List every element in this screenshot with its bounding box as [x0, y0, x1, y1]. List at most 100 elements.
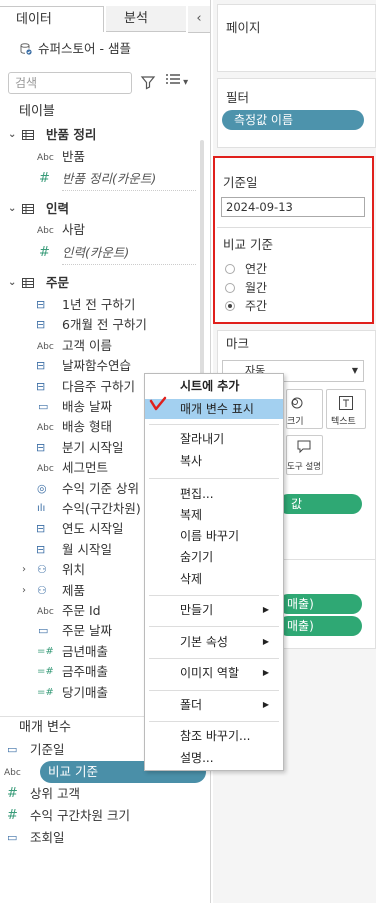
table-returns[interactable]: ⌄ 반품 정리 — [0, 124, 210, 146]
menu-add-to-sheet[interactable]: 시트에 추가 — [145, 376, 283, 396]
radio-monthly-label: 월간 — [245, 281, 268, 295]
menu-delete[interactable]: 삭제 — [145, 569, 283, 589]
base-date-input[interactable]: 2024-09-13 — [221, 197, 365, 217]
menu-edit[interactable]: 편집... — [145, 484, 283, 504]
text-label: 텍스트 — [331, 417, 356, 427]
menu-hide[interactable]: 숨기기 — [145, 547, 283, 567]
menu-copy[interactable]: 복사 — [145, 451, 283, 471]
parameter-label: 수익 구간차원 크기 — [30, 808, 130, 823]
menu-separator — [149, 658, 279, 659]
table-people[interactable]: ⌄ 인력 — [0, 198, 210, 220]
chevron-right-icon: › — [22, 564, 26, 576]
menu-folders[interactable]: 폴더 ▶ — [145, 695, 283, 715]
calculated-date-icon: ⊟ — [36, 522, 46, 536]
chevron-down-icon: ⌄ — [8, 277, 17, 288]
submenu-arrow-icon: ▶ — [262, 605, 269, 614]
field-label: 주문 Id — [62, 603, 101, 618]
date-type-icon: ▭ — [38, 400, 49, 413]
radio-weekly[interactable] — [225, 301, 235, 311]
menu-rename[interactable]: 이름 바꾸기 — [145, 526, 283, 546]
number-type-icon: # — [7, 808, 18, 823]
field-people-count[interactable]: # 인력(카운트) — [0, 242, 210, 265]
radio-yearly[interactable] — [225, 264, 235, 274]
number-type-icon: # — [7, 786, 18, 801]
tooltip-icon — [297, 440, 311, 454]
calculated-date-icon: ⊟ — [36, 359, 46, 373]
calculated-date-icon: ⊟ — [36, 379, 46, 393]
radio-monthly[interactable] — [225, 283, 235, 293]
chevron-right-icon: › — [22, 584, 26, 596]
measure-pill-sales-1[interactable]: 매출) — [278, 594, 362, 614]
menu-replace-references[interactable]: 참조 바꾸기... — [145, 726, 283, 746]
menu-duplicate[interactable]: 복제 — [145, 505, 283, 525]
field-label: 고객 이름 — [62, 337, 112, 353]
parameter-label: 상위 고객 — [30, 786, 80, 801]
chevron-down-icon: ⌄ — [8, 129, 17, 140]
base-date-title: 기준일 — [223, 175, 258, 190]
menu-describe[interactable]: 설명... — [145, 748, 283, 768]
tab-data[interactable]: 데이터 — [0, 6, 104, 32]
menu-default-properties[interactable]: 기본 속성 ▶ — [145, 632, 283, 652]
menu-separator — [149, 478, 279, 479]
datasource-item[interactable]: 슈퍼스토어 - 샘플 — [20, 38, 131, 57]
date-type-icon: ▭ — [38, 624, 49, 638]
divider — [217, 227, 371, 228]
parameter-item[interactable]: # 수익 구간차원 크기 — [0, 805, 210, 827]
hierarchy-icon: ⚇ — [37, 583, 47, 597]
pages-shelf[interactable]: 페이지 — [217, 4, 376, 72]
measure-pill-sales-2[interactable]: 매출) — [278, 616, 362, 636]
string-type-icon: Abc — [37, 226, 54, 236]
collapse-pane-icon[interactable]: ‹ — [188, 6, 210, 33]
calculated-number-icon: =# — [37, 666, 54, 678]
tab-analytics[interactable]: 분석 — [106, 6, 186, 32]
size-icon — [291, 397, 303, 409]
field-label: 세그먼트 — [62, 460, 109, 476]
date-type-icon: ▭ — [7, 743, 18, 756]
filter-pill-measure-names[interactable]: 측정값 이름 — [222, 110, 364, 130]
set-icon: ◎ — [37, 481, 47, 495]
field-label: 수익 기준 상위 — [62, 480, 139, 496]
menu-separator — [149, 424, 279, 425]
field-label: 1년 전 구하기 — [62, 297, 136, 312]
marks-pill-value[interactable]: 값 — [278, 494, 362, 514]
field-label: 연도 시작일 — [62, 521, 124, 537]
text-button[interactable]: 텍스트 — [326, 389, 366, 429]
parameter-label: 기준일 — [30, 742, 65, 757]
filter-icon[interactable] — [140, 74, 156, 90]
parameter-item[interactable]: ▭ 조회일 — [0, 827, 210, 849]
menu-separator — [149, 626, 279, 627]
field-label: 분기 시작일 — [62, 439, 124, 455]
marks-title: 마크 — [226, 336, 250, 351]
field-item[interactable]: ⊟ 6개월 전 구하기 — [0, 314, 210, 336]
field-label: 배송 형태 — [62, 419, 112, 435]
red-check-annotation — [149, 396, 167, 411]
table-orders[interactable]: ⌄ 주문 — [0, 272, 210, 294]
menu-create[interactable]: 만들기 ▶ — [145, 600, 283, 620]
number-type-icon: # — [39, 245, 50, 260]
filters-shelf[interactable]: 필터 측정값 이름 — [217, 78, 376, 148]
calculated-number-icon: =# — [37, 645, 54, 657]
field-person[interactable]: Abc 사람 — [0, 219, 210, 241]
datasource-name: 슈퍼스토어 - 샘플 — [38, 41, 131, 56]
field-item[interactable]: ⊟ 1년 전 구하기 — [0, 294, 210, 316]
field-label: 다음주 구하기 — [62, 378, 135, 394]
field-returns[interactable]: Abc 반품 — [0, 146, 210, 168]
parameter-item[interactable]: # 상위 고객 — [0, 783, 210, 805]
menu-image-role[interactable]: 이미지 역할 ▶ — [145, 663, 283, 683]
compare-basis-title: 비교 기준 — [223, 237, 273, 252]
tables-header: 테이블 — [19, 104, 55, 119]
field-label: 배송 날짜 — [62, 399, 112, 414]
tooltip-button[interactable]: 도구 설명 — [286, 435, 323, 475]
submenu-arrow-icon: ▶ — [262, 637, 269, 646]
string-type-icon: Abc — [37, 153, 54, 163]
bin-icon: ılı — [37, 503, 46, 514]
field-item[interactable]: Abc 고객 이름 — [0, 335, 210, 357]
size-button[interactable]: 크기 — [286, 389, 323, 429]
menu-separator — [149, 721, 279, 722]
menu-cut[interactable]: 잘라내기 — [145, 429, 283, 449]
search-input[interactable]: 검색 — [8, 72, 132, 94]
chevron-down-icon: ⌄ — [8, 203, 17, 214]
view-list-icon[interactable]: ▾ — [166, 74, 196, 90]
field-returns-count[interactable]: # 반품 정리(카운트) — [0, 168, 210, 191]
size-label: 크기 — [287, 417, 304, 427]
